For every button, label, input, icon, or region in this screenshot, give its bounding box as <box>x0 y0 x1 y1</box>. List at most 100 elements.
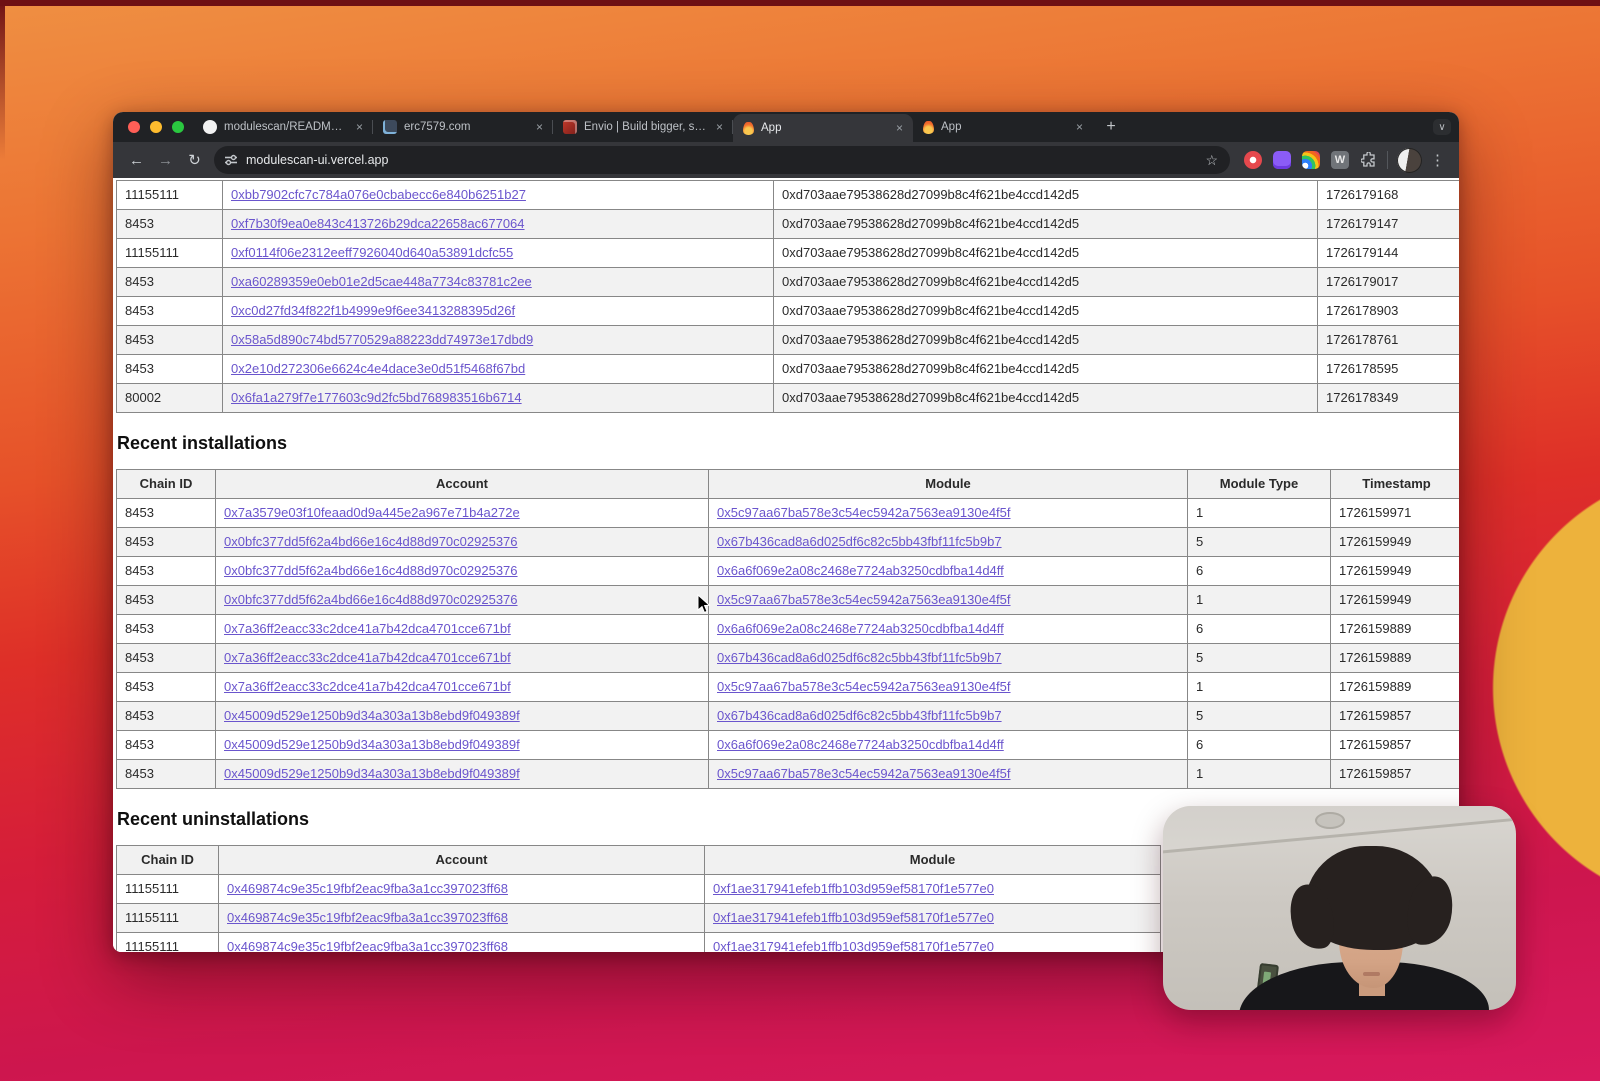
cell-account: 0x0bfc377dd5f62a4bd66e16c4d88d970c029253… <box>216 586 709 615</box>
table-row: 84530x7a36ff2eacc33c2dce41a7b42dca4701cc… <box>117 673 1460 702</box>
module-link[interactable]: 0x5c97aa67ba578e3c54ec5942a7563ea9130e4f… <box>717 766 1011 781</box>
module-link[interactable]: 0xf1ae317941efeb1ffb103d959ef58170f1e577… <box>713 939 994 952</box>
url-text[interactable]: modulescan-ui.vercel.app <box>246 153 1197 167</box>
cell-account: 0x0bfc377dd5f62a4bd66e16c4d88d970c029253… <box>216 557 709 586</box>
account-link[interactable]: 0xf0114f06e2312eeff7926040d640a53891dcfc… <box>231 245 513 260</box>
cell-timestamp: 1726159889 <box>1331 673 1460 702</box>
account-link[interactable]: 0x45009d529e1250b9d34a303a13b8ebd9f04938… <box>224 737 520 752</box>
account-link[interactable]: 0x7a36ff2eacc33c2dce41a7b42dca4701cce671… <box>224 650 511 665</box>
account-link[interactable]: 0xa60289359e0eb01e2d5cae448a7734c83781c2… <box>231 274 532 289</box>
account-link[interactable]: 0x469874c9e35c19fbf2eac9fba3a1cc397023ff… <box>227 910 508 925</box>
zoom-button[interactable] <box>172 121 184 133</box>
browser-menu-icon[interactable]: ⋮ <box>1428 151 1449 169</box>
window-controls <box>128 121 184 133</box>
cell-module: 0xd703aae79538628d27099b8c4f621be4ccd142… <box>774 239 1318 268</box>
bookmark-star-icon[interactable]: ☆ <box>1205 152 1220 169</box>
adblock-icon[interactable] <box>1244 151 1262 169</box>
account-link[interactable]: 0x0bfc377dd5f62a4bd66e16c4d88d970c029253… <box>224 534 518 549</box>
reload-button[interactable]: ↻ <box>181 147 208 174</box>
module-link[interactable]: 0xf1ae317941efeb1ffb103d959ef58170f1e577… <box>713 881 994 896</box>
back-button[interactable]: ← <box>123 147 150 174</box>
minimize-button[interactable] <box>150 121 162 133</box>
cell-timestamp: 1726179168 <box>1318 181 1460 210</box>
account-link[interactable]: 0x7a3579e03f10feaad0d9a445e2a967e71b4a27… <box>224 505 520 520</box>
profile-avatar[interactable] <box>1397 148 1422 173</box>
module-link[interactable]: 0xf1ae317941efeb1ffb103d959ef58170f1e577… <box>713 910 994 925</box>
tab-close-icon[interactable]: × <box>714 120 725 134</box>
account-link[interactable]: 0x7a36ff2eacc33c2dce41a7b42dca4701cce671… <box>224 621 511 636</box>
account-link[interactable]: 0x0bfc377dd5f62a4bd66e16c4d88d970c029253… <box>224 563 518 578</box>
cell-module: 0xd703aae79538628d27099b8c4f621be4ccd142… <box>774 181 1318 210</box>
tab-bar: modulescan/README.md at ×erc7579.com×Env… <box>113 112 1459 142</box>
tab-close-icon[interactable]: × <box>894 121 905 135</box>
extensions-puzzle-icon[interactable] <box>1360 151 1378 169</box>
account-link[interactable]: 0x2e10d272306e6624c4e4dace3e0d51f5468f67… <box>231 361 525 376</box>
account-link[interactable]: 0xf7b30f9ea0e843c413726b29dca22658ac6770… <box>231 216 525 231</box>
tab-close-icon[interactable]: × <box>1074 120 1085 134</box>
account-link[interactable]: 0x6fa1a279f7e177603c9d2fc5bd768983516b67… <box>231 390 522 405</box>
forward-button[interactable]: → <box>152 147 179 174</box>
screen-edge-top <box>0 0 1600 6</box>
column-header-module: Module <box>705 846 1161 875</box>
module-link[interactable]: 0x67b436cad8a6d025df6c82c5bb43fbf11fc5b9… <box>717 534 1002 549</box>
account-link[interactable]: 0x469874c9e35c19fbf2eac9fba3a1cc397023ff… <box>227 881 508 896</box>
cell-chain-id: 8453 <box>117 355 223 384</box>
cell-timestamp: 1726159857 <box>1331 731 1460 760</box>
flame-icon <box>743 122 754 135</box>
table-row: 8453 0x2e10d272306e6624c4e4dace3e0d51f546… <box>117 355 1460 384</box>
tab-close-icon[interactable]: × <box>534 120 545 134</box>
cell-account: 0x6fa1a279f7e177603c9d2fc5bd768983516b67… <box>223 384 774 413</box>
rainbow-wallet-icon[interactable] <box>1302 151 1320 169</box>
cell-account: 0x469874c9e35c19fbf2eac9fba3a1cc397023ff… <box>219 875 705 904</box>
recent-events-table: 111551110xbb7902cfc7c784a076e0cbabecc6e8… <box>116 180 1459 413</box>
w-extension-icon[interactable]: W <box>1331 151 1349 169</box>
module-link[interactable]: 0x6a6f069e2a08c2468e7724ab3250cdbfba14d4… <box>717 563 1004 578</box>
tab-envio-build-bigger-ship-fast[interactable]: Envio | Build bigger, ship fast× <box>553 112 733 142</box>
account-link[interactable]: 0x469874c9e35c19fbf2eac9fba3a1cc397023ff… <box>227 939 508 952</box>
module-link[interactable]: 0x67b436cad8a6d025df6c82c5bb43fbf11fc5b9… <box>717 708 1002 723</box>
cell-timestamp: 1726159889 <box>1331 644 1460 673</box>
table-row: 111551110xbb7902cfc7c784a076e0cbabecc6e8… <box>117 181 1460 210</box>
cell-module: 0x5c97aa67ba578e3c54ec5942a7563ea9130e4f… <box>709 499 1188 528</box>
purple-wallet-icon[interactable] <box>1273 151 1291 169</box>
new-tab-button[interactable]: + <box>1099 115 1123 139</box>
table-row: 111551110xf0114f06e2312eeff7926040d640a5… <box>117 239 1460 268</box>
account-link[interactable]: 0x45009d529e1250b9d34a303a13b8ebd9f04938… <box>224 766 520 781</box>
cell-module-type: 5 <box>1188 644 1331 673</box>
column-header-account: Account <box>219 846 705 875</box>
account-link[interactable]: 0xc0d27fd34f822f1b4999e9f6ee3413288395d2… <box>231 303 515 318</box>
account-link[interactable]: 0x7a36ff2eacc33c2dce41a7b42dca4701cce671… <box>224 679 511 694</box>
cell-timestamp: 1726159857 <box>1331 760 1460 789</box>
table-row: 111551110x469874c9e35c19fbf2eac9fba3a1cc… <box>117 875 1161 904</box>
cell-module: 0x6a6f069e2a08c2468e7724ab3250cdbfba14d4… <box>709 615 1188 644</box>
account-link[interactable]: 0x58a5d890c74bd5770529a88223dd74973e17db… <box>231 332 533 347</box>
table-row: 84530xc0d27fd34f822f1b4999e9f6ee34132883… <box>117 297 1460 326</box>
tab-close-icon[interactable]: × <box>354 120 365 134</box>
tab-erc7579-com[interactable]: erc7579.com× <box>373 112 553 142</box>
module-link[interactable]: 0x5c97aa67ba578e3c54ec5942a7563ea9130e4f… <box>717 505 1011 520</box>
tab-modulescan-readme-md-at[interactable]: modulescan/README.md at × <box>193 112 373 142</box>
cell-chain-id: 80002 <box>117 384 223 413</box>
tab-app[interactable]: App× <box>733 114 913 142</box>
module-link[interactable]: 0x6a6f069e2a08c2468e7724ab3250cdbfba14d4… <box>717 621 1004 636</box>
column-header-account: Account <box>216 470 709 499</box>
address-bar[interactable]: modulescan-ui.vercel.app ☆ <box>214 146 1230 174</box>
account-link[interactable]: 0x45009d529e1250b9d34a303a13b8ebd9f04938… <box>224 708 520 723</box>
cell-chain-id: 8453 <box>117 528 216 557</box>
cell-chain-id: 8453 <box>117 210 223 239</box>
cell-chain-id: 8453 <box>117 760 216 789</box>
cell-module: 0x67b436cad8a6d025df6c82c5bb43fbf11fc5b9… <box>709 528 1188 557</box>
module-link[interactable]: 0x5c97aa67ba578e3c54ec5942a7563ea9130e4f… <box>717 592 1011 607</box>
tab-app[interactable]: App× <box>913 112 1093 142</box>
module-link[interactable]: 0x67b436cad8a6d025df6c82c5bb43fbf11fc5b9… <box>717 650 1002 665</box>
account-link[interactable]: 0x0bfc377dd5f62a4bd66e16c4d88d970c029253… <box>224 592 518 607</box>
header-row: Chain IDAccountModule <box>117 846 1161 875</box>
close-button[interactable] <box>128 121 140 133</box>
recent-uninstallations-table: Chain IDAccountModule111551110x469874c9e… <box>116 845 1161 952</box>
cell-timestamp: 1726178595 <box>1318 355 1460 384</box>
site-info-icon[interactable] <box>224 153 238 167</box>
chevron-down-icon[interactable]: ∨ <box>1433 119 1451 135</box>
module-link[interactable]: 0x5c97aa67ba578e3c54ec5942a7563ea9130e4f… <box>717 679 1011 694</box>
account-link[interactable]: 0xbb7902cfc7c784a076e0cbabecc6e840b6251b… <box>231 187 526 202</box>
module-link[interactable]: 0x6a6f069e2a08c2468e7724ab3250cdbfba14d4… <box>717 737 1004 752</box>
